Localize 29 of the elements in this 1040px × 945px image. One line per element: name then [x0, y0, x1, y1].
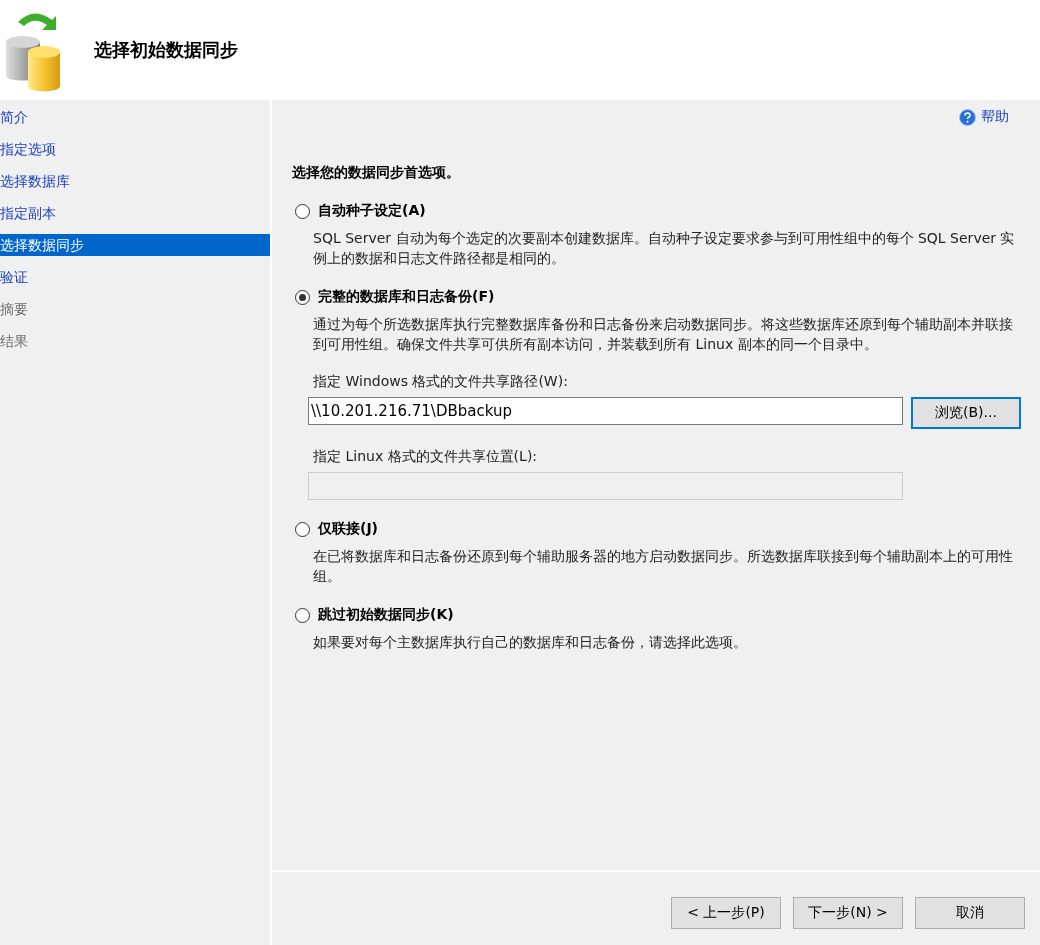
prompt-text: 选择您的数据同步首选项。	[292, 164, 461, 182]
option-description: SQL Server 自动为每个选定的次要副本创建数据库。自动种子设定要求参与到可用性组中的每个 SQL Server 实例上的数据和日志文件路径都是相同的。	[313, 229, 1016, 268]
help-icon	[959, 108, 976, 126]
footer-button[interactable]: 取消	[915, 896, 1025, 929]
radio-option[interactable]: 跳过初始数据同步(K)	[295, 606, 1025, 624]
sidebar-item[interactable]: 选择数据同步	[0, 234, 270, 256]
radio-button[interactable]	[295, 521, 310, 537]
radio-button[interactable]	[295, 203, 310, 219]
field-label: 指定 Linux 格式的文件共享位置(L):	[313, 448, 539, 466]
page-title: 选择初始数据同步	[94, 38, 238, 62]
option-description: 通过为每个所选数据库执行完整数据库备份和日志备份来启动数据同步。将这些数据库还原到每个辅助副本并联接到可用性组。确保文件共享可供所有副本访问，并装载到所有 Linux 副本的同一个目录中。	[313, 315, 1014, 354]
radio-button[interactable]	[295, 289, 310, 305]
sidebar-item[interactable]: 简介	[0, 106, 270, 128]
footer-button[interactable]: 下一步(N) >	[793, 896, 903, 929]
radio-option[interactable]: 完整的数据库和日志备份(F)	[295, 288, 1025, 306]
sidebar-item[interactable]: 验证	[0, 266, 270, 288]
radio-option[interactable]: 自动种子设定(A)	[295, 202, 1025, 220]
sidebar-item[interactable]: 选择数据库	[0, 170, 270, 192]
browse-button[interactable]: 浏览(B)...	[911, 397, 1021, 429]
footer-button[interactable]: < 上一步(P)	[671, 896, 781, 929]
help-link[interactable]: 帮助	[959, 108, 1009, 126]
option-description: 在已将数据库和日志备份还原到每个辅助服务器的地方启动数据同步。所选数据库联接到每个辅助副本上的可用性组。	[313, 547, 1014, 586]
sidebar-item[interactable]: 指定副本	[0, 202, 270, 224]
radio-option[interactable]: 仅联接(J)	[295, 520, 1025, 538]
radio-button[interactable]	[295, 607, 310, 623]
option-description: 如果要对每个主数据库执行自己的数据库和日志备份，请选择此选项。	[313, 633, 748, 652]
field-label: 指定 Windows 格式的文件共享路径(W):	[313, 373, 569, 391]
sidebar-item[interactable]: 指定选项	[0, 138, 270, 160]
path-field[interactable]: \\10.201.216.71\DBbackup	[308, 397, 903, 425]
